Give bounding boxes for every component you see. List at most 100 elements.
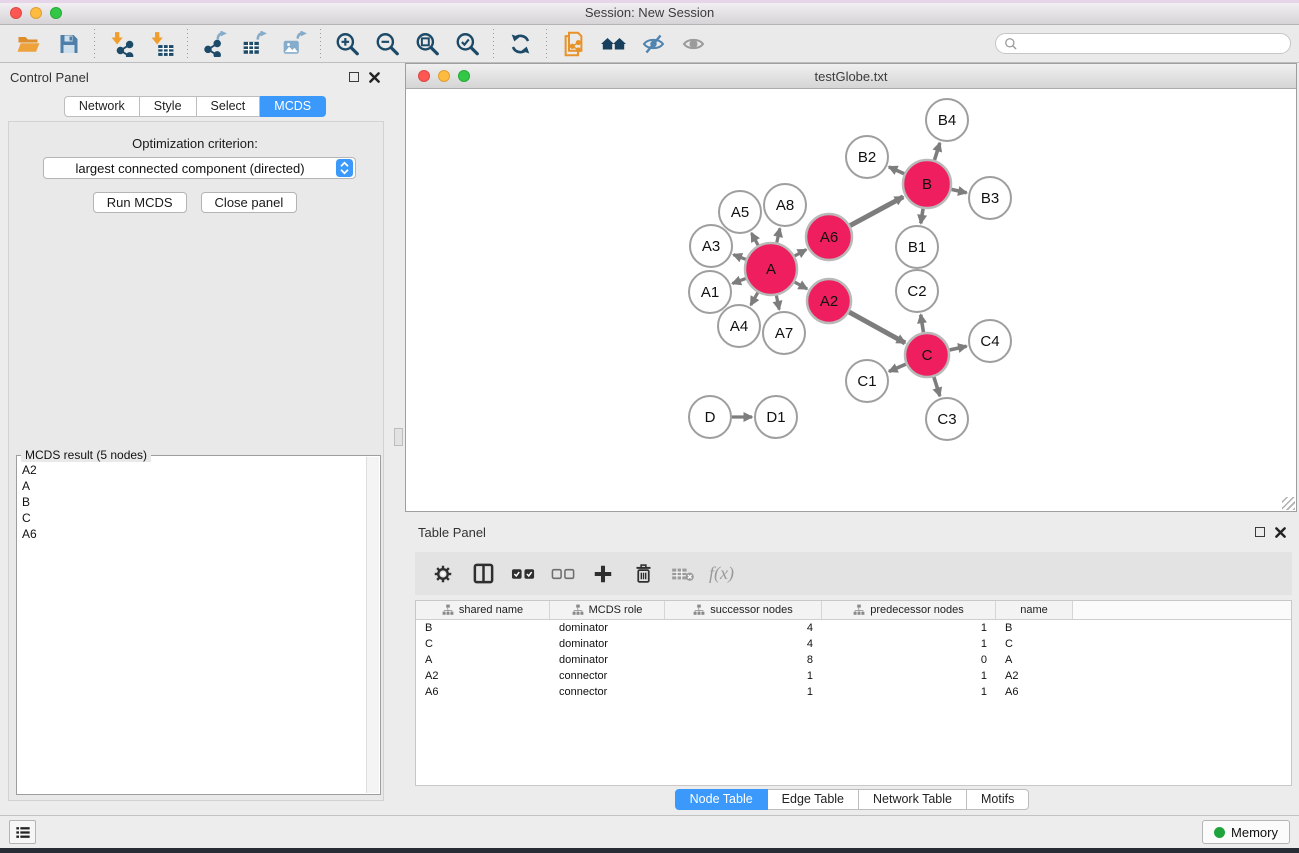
criterion-select[interactable]: largest connected component (directed) [43,157,356,179]
tab-motifs[interactable]: Motifs [967,789,1029,810]
close-window-button[interactable] [10,7,22,19]
select-all-icon[interactable] [505,557,541,591]
graph-node-A3[interactable]: A3 [690,225,732,267]
table-row[interactable]: A dominator 8 0 A [416,652,1291,668]
export-table-icon[interactable] [234,28,274,60]
graph-node-B[interactable]: B [903,160,951,208]
graph-edge-C-C1[interactable] [889,364,906,371]
window-resize-grip[interactable] [1282,497,1295,510]
table-row[interactable]: A6 connector 1 1 A6 [416,684,1291,700]
save-session-icon[interactable] [48,28,88,60]
search-input[interactable] [1023,37,1282,51]
add-column-icon[interactable] [585,557,621,591]
result-item[interactable]: B [22,494,364,510]
graph-edge-A-A8[interactable] [777,228,780,242]
graph-edge-A-A1[interactable] [732,279,745,284]
graph-edge-A-A2[interactable] [795,282,807,289]
tab-select[interactable]: Select [197,96,261,117]
column-header-shared-name[interactable]: shared name [416,601,550,619]
float-panel-icon[interactable] [349,72,359,82]
column-header-predecessor-nodes[interactable]: predecessor nodes [822,601,996,619]
show-panels-icon[interactable] [673,28,713,60]
network-minimize-button[interactable] [438,70,450,82]
tab-edge-table[interactable]: Edge Table [768,789,859,810]
deselect-all-icon[interactable] [545,557,581,591]
graph-node-D1[interactable]: D1 [755,396,797,438]
graph-node-C3[interactable]: C3 [926,398,968,440]
zoom-in-icon[interactable] [327,28,367,60]
close-table-panel-icon[interactable] [1275,527,1286,538]
graph-edge-A-A6[interactable] [795,250,807,256]
graph-edge-A-A5[interactable] [751,233,758,245]
tab-network[interactable]: Network [64,96,140,117]
graph-edge-B-B3[interactable] [951,189,966,192]
graph-node-A7[interactable]: A7 [763,312,805,354]
table-settings-gear-icon[interactable] [425,557,461,591]
graph-edge-A-A4[interactable] [751,293,758,306]
network-graph[interactable]: AA1A2A3A4A5A6A7A8BB1B2B3B4CC1C2C3C4DD1 [406,89,1296,511]
open-session-icon[interactable] [8,28,48,60]
result-scrollbar[interactable] [366,457,379,793]
table-row[interactable]: C dominator 4 1 C [416,636,1291,652]
zoom-out-icon[interactable] [367,28,407,60]
graph-edge-B-B1[interactable] [921,209,923,224]
show-columns-icon[interactable] [465,557,501,591]
graph-node-B4[interactable]: B4 [926,99,968,141]
home-view-icon[interactable] [593,28,633,60]
mcds-result-list[interactable]: A2 A B C A6 [19,462,364,792]
split-divider-grip[interactable] [394,428,403,446]
minimize-window-button[interactable] [30,7,42,19]
task-history-button[interactable] [9,820,36,844]
graph-edge-C-C2[interactable] [921,315,924,333]
float-table-panel-icon[interactable] [1255,527,1265,537]
zoom-fit-icon[interactable] [407,28,447,60]
graph-node-A2[interactable]: A2 [807,279,851,323]
function-builder-button[interactable]: f(x) [705,563,734,584]
network-close-button[interactable] [418,70,430,82]
tab-style[interactable]: Style [140,96,197,117]
graph-node-A6[interactable]: A6 [806,214,852,260]
maximize-window-button[interactable] [50,7,62,19]
tab-mcds[interactable]: MCDS [260,96,326,117]
import-table-icon[interactable] [141,28,181,60]
graph-edge-C-C4[interactable] [949,346,966,350]
search-field[interactable] [995,33,1291,54]
export-network-icon[interactable] [194,28,234,60]
delete-column-trash-icon[interactable] [625,557,661,591]
graph-node-C2[interactable]: C2 [896,270,938,312]
graph-node-B1[interactable]: B1 [896,226,938,268]
graph-node-C[interactable]: C [905,333,949,377]
graph-node-A8[interactable]: A8 [764,184,806,226]
column-header-mcds-role[interactable]: MCDS role [550,601,665,619]
memory-button[interactable]: Memory [1202,820,1290,844]
graph-edge-A6-B[interactable] [850,197,903,226]
graph-node-A1[interactable]: A1 [689,271,731,313]
graph-node-A4[interactable]: A4 [718,305,760,347]
table-row[interactable]: A2 connector 1 1 A2 [416,668,1291,684]
graph-edge-A2-C[interactable] [849,312,905,343]
result-item[interactable]: A [22,478,364,494]
graph-node-B2[interactable]: B2 [846,136,888,178]
column-header-name[interactable]: name [996,601,1073,619]
network-maximize-button[interactable] [458,70,470,82]
zoom-selected-icon[interactable] [447,28,487,60]
graph-node-C1[interactable]: C1 [846,360,888,402]
graph-node-C4[interactable]: C4 [969,320,1011,362]
graph-node-D[interactable]: D [689,396,731,438]
graph-edge-B-B4[interactable] [934,143,939,160]
graph-node-A[interactable]: A [745,243,797,295]
result-item[interactable]: A2 [22,462,364,478]
result-item[interactable]: A6 [22,526,364,542]
column-header-successor-nodes[interactable]: successor nodes [665,601,822,619]
graph-edge-C-C3[interactable] [934,377,940,396]
export-image-icon[interactable] [274,28,314,60]
close-panel-icon[interactable] [369,72,380,83]
delete-table-icon[interactable] [665,557,701,591]
result-item[interactable]: C [22,510,364,526]
refresh-icon[interactable] [500,28,540,60]
table-row[interactable]: B dominator 4 1 B [416,620,1291,636]
network-window-titlebar[interactable]: testGlobe.txt [406,64,1296,89]
network-canvas[interactable]: AA1A2A3A4A5A6A7A8BB1B2B3B4CC1C2C3C4DD1 [406,89,1296,511]
graph-edge-A-A3[interactable] [733,255,745,260]
graph-edge-B-B2[interactable] [889,167,904,174]
